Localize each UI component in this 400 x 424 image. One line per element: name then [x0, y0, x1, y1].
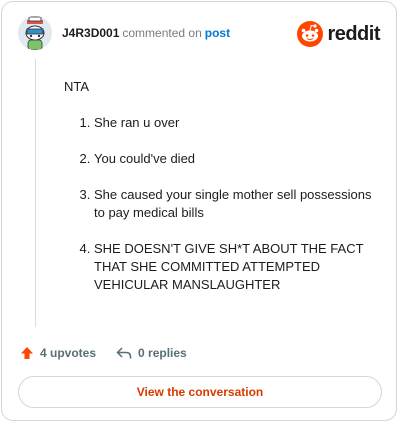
reply-icon: [116, 347, 132, 359]
comment-footer: 4 upvotes 0 replies: [20, 344, 207, 362]
post-link[interactable]: post: [205, 26, 230, 40]
comment-header: J4R3D001 commented on post reddit: [18, 16, 380, 56]
comment-card: J4R3D001commented onpost reddit NTA She …: [1, 1, 397, 421]
reply-count: 0 replies: [138, 346, 187, 360]
list-item: You could've died: [94, 150, 376, 168]
thread-line: [35, 59, 36, 327]
upvote-button[interactable]: 4 upvotes: [20, 346, 96, 360]
list-item: She ran u over: [94, 114, 376, 132]
view-conversation-button[interactable]: View the conversation: [18, 376, 382, 408]
reddit-logo[interactable]: reddit: [297, 20, 380, 48]
reddit-wordmark: reddit: [327, 22, 380, 45]
list-item: She caused your single mother sell posse…: [94, 186, 376, 222]
reddit-snoo-icon: [297, 21, 324, 47]
comment-list: She ran u over You could've died She cau…: [64, 114, 376, 294]
list-item: SHE DOESN'T GIVE SH*T ABOUT THE FACT THA…: [94, 240, 376, 294]
action-text: commented on: [122, 26, 202, 40]
upvote-arrow-icon: [21, 347, 33, 359]
reply-button[interactable]: 0 replies: [116, 346, 187, 360]
upvote-count: 4 upvotes: [40, 346, 97, 360]
avatar[interactable]: [18, 16, 52, 50]
comment-body: NTA She ran u over You could've died She…: [64, 78, 376, 312]
comment-meta: J4R3D001 commented on post: [62, 26, 230, 40]
comment-intro: NTA: [64, 79, 90, 94]
snoo-avatar-icon: [18, 16, 52, 50]
author-name[interactable]: J4R3D001: [62, 26, 119, 40]
